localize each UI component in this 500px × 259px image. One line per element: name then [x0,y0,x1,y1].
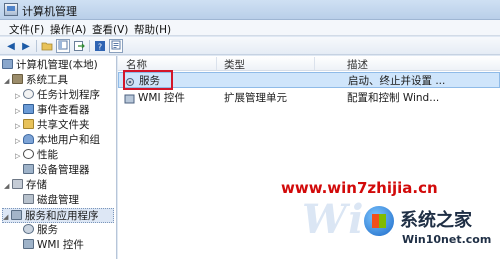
performance-icon [23,149,34,159]
tree-item-system-tools[interactable]: ◢ 系统工具 [4,73,68,88]
tree-label: 事件查看器 [37,104,90,116]
window-title: 计算机管理 [22,5,77,18]
row-description: 配置和控制 Wind... [347,92,440,104]
collapsed-arrow-icon[interactable]: ▷ [15,104,23,119]
tree-label: 本地用户和组 [37,134,100,146]
tree-item-performance[interactable]: ▷ 性能 [15,148,58,163]
tree-label: 存储 [26,179,47,191]
red-highlight-box [123,70,173,90]
tree-item-services[interactable]: 服务 [23,223,58,238]
export-icon[interactable] [72,39,86,53]
tools-icon [12,74,23,84]
tree-item-services-apps[interactable]: ◢ 服务和应用程序 [2,208,114,223]
services-gear-icon [23,224,34,234]
storage-icon [12,179,23,189]
brand-url: Win10net.com [402,233,492,246]
menu-help[interactable]: 帮助(H) [134,22,171,37]
folder-icon[interactable] [40,39,54,53]
expanded-arrow-icon[interactable]: ◢ [4,74,12,89]
svg-text:?: ? [98,43,102,52]
tree-label: 磁盘管理 [37,194,79,206]
toolbar-separator [89,40,90,52]
list-row-wmi[interactable]: WMI 控件 扩展管理单元 配置和控制 Wind... [118,90,500,106]
menu-file[interactable]: 文件(F) [9,22,44,37]
row-type: 扩展管理单元 [224,92,287,104]
properties-icon[interactable] [109,39,123,53]
console-tree-icon[interactable] [56,39,70,53]
console-tree: 计算机管理(本地) ◢ 系统工具 ▷ 任务计划程序 ▷ 事件查看器 ▷ 共享文件夹 ▷ 本… [0,56,117,259]
tree-item-task-scheduler[interactable]: ▷ 任务计划程序 [15,88,100,103]
tree-label: 共享文件夹 [37,119,90,131]
menu-action[interactable]: 操作(A) [50,22,86,37]
tree-item-root[interactable]: 计算机管理(本地) [2,58,98,73]
forward-icon[interactable]: ▶ [19,39,33,53]
tree-item-shared-folders[interactable]: ▷ 共享文件夹 [15,118,90,133]
tree-label: 设备管理器 [37,164,90,176]
computer-icon [2,59,13,69]
tree-label: 任务计划程序 [37,89,100,101]
tree-item-wmi[interactable]: WMI 控件 [23,238,84,253]
computer-management-icon [4,3,18,16]
tree-label: 服务和应用程序 [25,210,99,222]
column-type[interactable]: 类型 [224,57,245,72]
disk-icon [23,194,34,204]
toolbar-separator [36,40,37,52]
tree-label: 计算机管理(本地) [16,59,98,71]
users-icon [23,134,34,144]
list-header: 名称 类型 描述 [118,56,500,71]
collapsed-arrow-icon[interactable]: ▷ [15,149,23,164]
clock-icon [23,89,34,99]
event-viewer-icon [23,104,34,114]
menu-bar: 文件(F) 操作(A) 查看(V) 帮助(H) [0,20,500,36]
column-separator[interactable] [314,57,315,70]
wmi-icon [124,93,135,104]
tree-item-local-users[interactable]: ▷ 本地用户和组 [15,133,100,148]
toolbar: ◀ ▶ ? [0,37,500,55]
expanded-arrow-icon[interactable]: ◢ [4,179,12,194]
shared-folder-icon [23,119,34,129]
device-manager-icon [23,164,34,174]
row-description: 启动、终止并设置 ... [348,75,446,87]
tree-item-disk-management[interactable]: 磁盘管理 [23,193,79,208]
windows-flag-icon [362,204,396,238]
row-name: WMI 控件 [138,92,185,104]
expanded-arrow-icon[interactable]: ◢ [3,210,11,225]
tree-item-device-manager[interactable]: 设备管理器 [23,163,90,178]
collapsed-arrow-icon[interactable]: ▷ [15,89,23,104]
column-separator[interactable] [216,57,217,70]
tree-label: WMI 控件 [37,239,84,251]
brand-logo: 系统之家 Win10net.com [362,200,500,259]
help-icon[interactable]: ? [93,39,107,53]
menu-view[interactable]: 查看(V) [92,22,128,37]
tree-label: 系统工具 [26,74,68,86]
watermark-url: www.win7zhijia.cn [281,179,438,197]
services-apps-icon [11,210,22,220]
tree-item-storage[interactable]: ◢ 存储 [4,178,47,193]
tree-label: 服务 [37,224,58,236]
list-row-services[interactable]: 服务 启动、终止并设置 ... [118,70,500,90]
column-description[interactable]: 描述 [347,57,368,72]
tree-item-event-viewer[interactable]: ▷ 事件查看器 [15,103,90,118]
collapsed-arrow-icon[interactable]: ▷ [15,134,23,149]
title-bar: 计算机管理 [0,0,500,20]
tree-label: 性能 [37,149,58,161]
wmi-icon [23,239,34,249]
collapsed-arrow-icon[interactable]: ▷ [15,119,23,134]
back-icon[interactable]: ◀ [4,39,18,53]
brand-name: 系统之家 [400,210,472,231]
